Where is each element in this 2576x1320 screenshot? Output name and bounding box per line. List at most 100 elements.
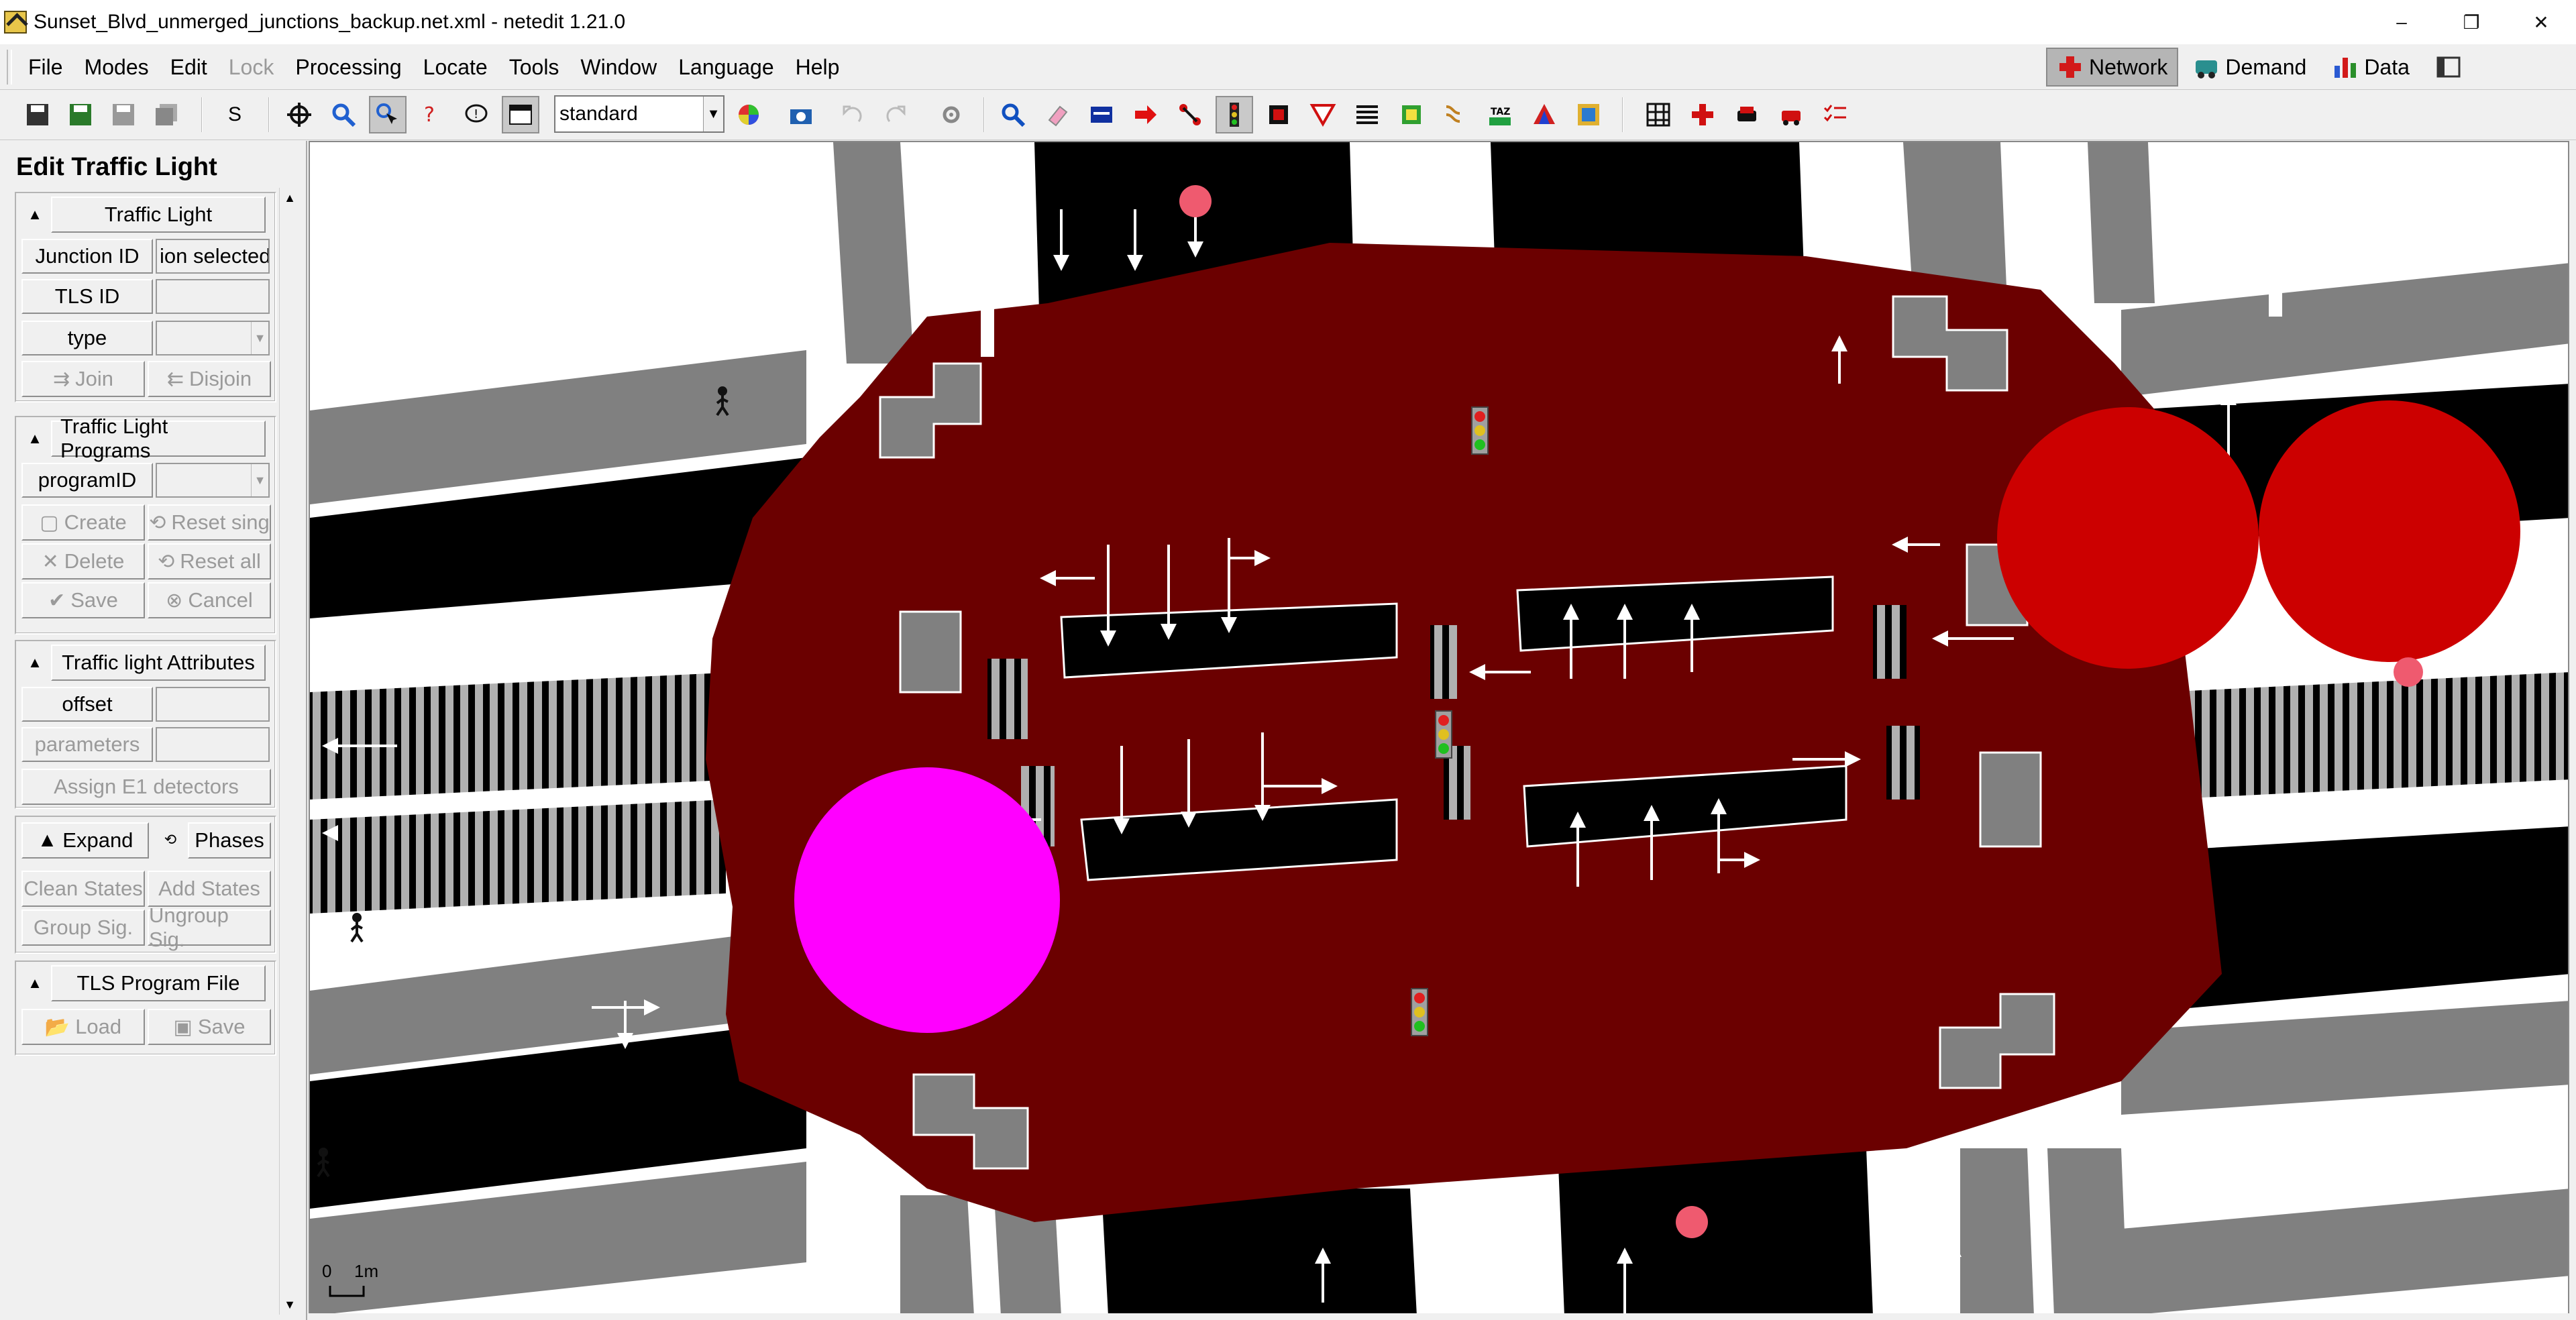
taz-mode-button[interactable]: TAZ <box>1481 96 1519 133</box>
locate-button[interactable] <box>325 96 362 133</box>
collapse-programs-icon[interactable]: ▲ <box>19 421 51 456</box>
program-file-header-button[interactable]: TLS Program File <box>51 965 266 1001</box>
color-wheel-button[interactable] <box>730 96 767 133</box>
chevron-down-icon[interactable]: ▼ <box>703 97 723 131</box>
type-select[interactable]: ▼ <box>156 321 270 355</box>
selected-junction-circle[interactable] <box>2259 400 2520 662</box>
offset-field[interactable] <box>156 687 270 722</box>
select-mode-button[interactable] <box>1083 96 1120 133</box>
redo-button[interactable] <box>877 96 915 133</box>
clean-states-button[interactable]: Clean States <box>21 871 145 907</box>
menu-grip[interactable] <box>7 50 12 85</box>
save-program-button[interactable]: ✔ Save <box>21 582 145 618</box>
menu-lock[interactable]: Lock <box>218 55 285 80</box>
menu-file[interactable]: File <box>17 55 74 80</box>
network-canvas[interactable]: 0 1m <box>309 141 2569 1315</box>
group-signals-button[interactable]: Group Sig. <box>21 910 145 946</box>
menu-locate[interactable]: Locate <box>413 55 498 80</box>
recenter-view-button[interactable] <box>280 96 318 133</box>
highlight-bubble[interactable] <box>794 767 1060 1033</box>
menu-tools[interactable]: Tools <box>498 55 570 80</box>
program-id-select[interactable]: ▼ <box>156 463 270 498</box>
save-all-button[interactable] <box>62 96 99 133</box>
close-button[interactable]: ✕ <box>2506 0 2576 44</box>
junction-id-field[interactable]: ion selected <box>156 239 270 274</box>
save-multiple-button[interactable] <box>148 96 185 133</box>
inspect-mode-button[interactable] <box>994 96 1032 133</box>
network-drawing[interactable] <box>310 142 2569 1315</box>
attributes-header-button[interactable]: Traffic light Attributes <box>51 645 266 681</box>
checklist-button[interactable] <box>1817 96 1854 133</box>
inspect-button[interactable] <box>369 96 407 133</box>
connection-mode-button[interactable] <box>1260 96 1297 133</box>
refresh-phases-icon[interactable]: ⟲ <box>154 822 186 857</box>
toggle-panel-button[interactable] <box>2424 48 2478 87</box>
phases-button[interactable]: Phases <box>188 822 271 859</box>
save-network-button[interactable] <box>19 96 56 133</box>
undo-button[interactable] <box>833 96 871 133</box>
scroll-up-icon[interactable]: ▲ <box>280 188 300 208</box>
move-mode-button[interactable] <box>1127 96 1165 133</box>
screenshot-button[interactable] <box>782 96 820 133</box>
assign-e1-detectors-button[interactable]: Assign E1 detectors <box>21 769 271 805</box>
create-program-button[interactable]: ▢ Create <box>21 504 145 541</box>
expand-phases-button[interactable]: ▲ Expand <box>21 822 149 859</box>
menu-modes[interactable]: Modes <box>74 55 160 80</box>
parameters-field[interactable] <box>156 727 270 762</box>
save-additionals-button[interactable] <box>105 96 142 133</box>
additional-mode-button[interactable] <box>1393 96 1430 133</box>
collapse-traffic-light-icon[interactable]: ▲ <box>19 197 51 232</box>
collapse-program-file-icon[interactable]: ▲ <box>19 966 51 1001</box>
decal-mode-button[interactable] <box>1570 96 1607 133</box>
selected-junction-circle[interactable] <box>1997 407 2259 669</box>
reset-single-button[interactable]: ⟲ Reset sing <box>148 504 271 541</box>
edit-view-button[interactable] <box>502 96 539 133</box>
supermode-demand-button[interactable]: Demand <box>2182 48 2317 87</box>
menu-window[interactable]: Window <box>570 55 667 80</box>
traffic-light-icon <box>1471 406 1489 455</box>
programs-header-button[interactable]: Traffic Light Programs <box>51 415 266 462</box>
traffic-light-mode-button[interactable] <box>1216 96 1253 133</box>
show-vehicles-button[interactable] <box>1728 96 1766 133</box>
prohibition-mode-button[interactable] <box>1304 96 1342 133</box>
edge-mode-button[interactable] <box>1171 96 1209 133</box>
grid-toggle-button[interactable] <box>1640 96 1677 133</box>
panel-scrollbar[interactable]: ▲ ▼ <box>279 188 299 1315</box>
reset-all-label: Reset all <box>180 549 261 573</box>
menu-processing[interactable]: Processing <box>284 55 412 80</box>
ungroup-signals-button[interactable]: Ungroup Sig. <box>148 903 271 951</box>
parameters-label[interactable]: parameters <box>21 727 153 762</box>
traffic-light-header-button[interactable]: Traffic Light <box>51 197 266 233</box>
network-settings-button[interactable] <box>932 96 970 133</box>
menu-edit[interactable]: Edit <box>160 55 218 80</box>
chevron-down-icon[interactable]: ▼ <box>251 322 268 354</box>
minimize-button[interactable]: – <box>2367 0 2436 44</box>
junction-shape-toggle-button[interactable] <box>1684 96 1721 133</box>
cancel-program-button[interactable]: ⊗ Cancel <box>148 582 271 618</box>
supermode-data-button[interactable]: Data <box>2321 48 2420 87</box>
tls-id-field[interactable] <box>156 279 270 314</box>
speech-button[interactable]: ! <box>458 96 495 133</box>
reset-all-button[interactable]: ⟲ Reset all <box>148 543 271 580</box>
add-states-button[interactable]: Add States <box>148 871 271 907</box>
load-program-button[interactable]: 📂 Load <box>21 1009 145 1045</box>
disjoin-button[interactable]: ⇇ Disjoin <box>148 361 271 397</box>
menu-language[interactable]: Language <box>667 55 784 80</box>
delete-program-button[interactable]: ✕ Delete <box>21 543 145 580</box>
save-program-file-button[interactable]: ▣ Save <box>148 1009 271 1045</box>
delete-mode-eraser-button[interactable] <box>1038 96 1076 133</box>
supermode-network-button[interactable]: Network <box>2046 48 2179 87</box>
delete-mode-button[interactable]: ? <box>413 96 451 133</box>
menu-help[interactable]: Help <box>785 55 851 80</box>
s-button[interactable]: S <box>216 96 254 133</box>
show-demand-button[interactable] <box>1772 96 1810 133</box>
restore-button[interactable]: ❐ <box>2436 0 2506 44</box>
crossing-mode-button[interactable] <box>1348 96 1386 133</box>
chevron-down-icon[interactable]: ▼ <box>251 464 268 496</box>
shape-mode-button[interactable] <box>1525 96 1563 133</box>
scroll-down-icon[interactable]: ▼ <box>280 1295 300 1315</box>
wire-mode-button[interactable] <box>1437 96 1474 133</box>
join-button[interactable]: ⇉ Join <box>21 361 145 397</box>
collapse-attributes-icon[interactable]: ▲ <box>19 645 51 680</box>
color-scheme-select[interactable]: standard ▼ <box>554 95 724 133</box>
